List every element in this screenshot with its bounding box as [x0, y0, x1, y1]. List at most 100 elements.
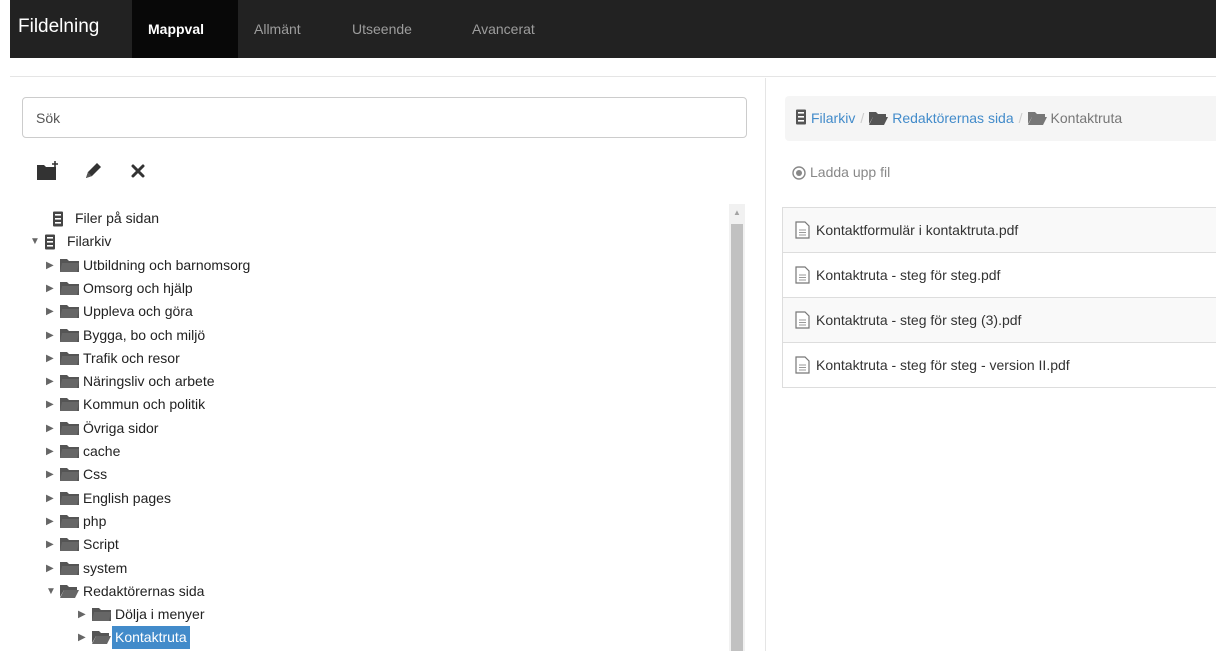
breadcrumb-separator: /: [860, 110, 865, 126]
file-item[interactable]: Kontaktformulär i kontaktruta.pdf: [782, 207, 1216, 253]
tree-item-label: system: [83, 559, 128, 576]
tree-item-label: English pages: [83, 489, 171, 506]
folder-open-icon: [869, 98, 889, 141]
search-input[interactable]: [22, 97, 747, 138]
caret-down-icon[interactable]: ▼: [30, 230, 40, 253]
breadcrumb-item[interactable]: Redaktörernas sida: [869, 96, 1014, 141]
caret-right-icon[interactable]: ▶: [78, 626, 88, 649]
caret-right-icon[interactable]: ▶: [46, 487, 56, 510]
file-list: Kontaktformulär i kontaktruta.pdf Kontakt…: [782, 207, 1216, 388]
file-text-icon: [795, 257, 810, 302]
file-name: Kontaktruta - steg för steg - version II…: [816, 357, 1070, 373]
folder-icon: [60, 463, 80, 486]
tree-item[interactable]: ▼ Redaktörernas sida: [46, 580, 207, 603]
breadcrumb-item[interactable]: Filarkiv: [795, 96, 855, 141]
tree-item[interactable]: ▶ Kontaktruta: [78, 626, 190, 650]
tree-item-label: Näringsliv och arbete: [83, 373, 215, 390]
tree-item[interactable]: ▶ system: [46, 557, 130, 580]
file-text-icon: [795, 302, 810, 347]
breadcrumb: Filarkiv / Redaktörernas sida / Kontaktruta: [785, 96, 1216, 141]
tab-utseende[interactable]: Utseende: [336, 0, 446, 58]
upload-icon: [792, 163, 806, 187]
navbar: Fildelning Mappval Allmänt Utseende Avan…: [10, 0, 1216, 58]
file-name: Kontaktruta - steg för steg.pdf: [816, 267, 1001, 283]
tree-item-label: Filer på sidan: [75, 210, 160, 226]
caret-right-icon[interactable]: ▶: [46, 417, 56, 440]
tree-item[interactable]: ▼ Filarkiv: [30, 230, 114, 253]
caret-right-icon[interactable]: ▶: [46, 463, 56, 486]
archive-icon: [795, 98, 807, 141]
tree-item[interactable]: ▶ php: [46, 510, 109, 533]
caret-right-icon[interactable]: ▶: [46, 370, 56, 393]
caret-right-icon[interactable]: ▶: [46, 440, 56, 463]
tree-item-label: Kommun och politik: [83, 396, 206, 413]
tree-item-label: Uppleva och göra: [83, 303, 193, 320]
upload-button[interactable]: Ladda upp fil: [792, 160, 890, 184]
caret-down-icon[interactable]: ▼: [46, 580, 56, 603]
tree-item[interactable]: ▶ Kommun och politik: [46, 393, 208, 416]
file-item[interactable]: Kontaktruta - steg för steg - version II…: [782, 342, 1216, 388]
tree-item[interactable]: ▶ cache: [46, 440, 123, 463]
folder-icon: [60, 510, 80, 533]
tree-item-label: Utbildning och barnomsorg: [83, 256, 251, 273]
app-title: Fildelning: [18, 16, 100, 37]
folder-icon: [60, 370, 80, 393]
tree-item[interactable]: ▶ Trafik och resor: [46, 347, 183, 370]
tree-item[interactable]: ▶ Script: [46, 533, 122, 556]
tree-item[interactable]: ▶ Näringsliv och arbete: [46, 370, 218, 393]
folder-icon: [60, 347, 80, 370]
tree-item[interactable]: ▶ English pages: [46, 487, 174, 510]
tree-item[interactable]: ▶ Övriga sidor: [46, 417, 161, 440]
tree-item[interactable]: ▶ Bygga, bo och miljö: [46, 324, 208, 347]
close-icon[interactable]: [128, 160, 152, 186]
tree-item-label: Trafik och resor: [83, 349, 180, 366]
new-folder-icon[interactable]: [36, 160, 60, 186]
pencil-icon[interactable]: [82, 160, 106, 186]
upload-label: Ladda upp fil: [810, 164, 891, 180]
caret-right-icon[interactable]: ▶: [46, 347, 56, 370]
file-text-icon: [795, 347, 810, 392]
archive-icon: [44, 230, 64, 253]
folder-open-icon: [1027, 98, 1047, 141]
tab-mappval[interactable]: Mappval: [132, 0, 238, 58]
caret-right-icon[interactable]: ▶: [46, 533, 56, 556]
caret-right-icon[interactable]: ▶: [46, 510, 56, 533]
file-name: Kontaktformulär i kontaktruta.pdf: [816, 222, 1019, 238]
folder-icon: [60, 277, 80, 300]
tree-item-label: Kontaktruta: [112, 626, 190, 650]
tab-allmant[interactable]: Allmänt: [238, 0, 324, 58]
file-name: Kontaktruta - steg för steg (3).pdf: [816, 312, 1022, 328]
tree-item-label: cache: [83, 443, 121, 459]
caret-right-icon[interactable]: ▶: [46, 557, 56, 580]
tree-scrollbar[interactable]: ▲: [729, 204, 745, 651]
tree-item[interactable]: ▶ Css: [46, 463, 110, 486]
file-item[interactable]: Kontaktruta - steg för steg.pdf: [782, 252, 1216, 298]
tree-item[interactable]: ▶ Omsorg och hjälp: [46, 277, 196, 300]
scroll-up-icon[interactable]: ▲: [729, 204, 745, 222]
folder-icon: [60, 533, 80, 556]
caret-right-icon[interactable]: ▶: [46, 277, 56, 300]
tree-item-label: Bygga, bo och miljö: [83, 326, 206, 343]
tree-item-label: Övriga sidor: [83, 419, 159, 436]
tree-item[interactable]: ▶ Dölja i menyer: [78, 603, 207, 626]
caret-right-icon[interactable]: ▶: [46, 324, 56, 347]
tree-item-label: php: [83, 512, 107, 529]
tab-avancerat[interactable]: Avancerat: [456, 0, 576, 58]
caret-right-icon[interactable]: ▶: [46, 393, 56, 416]
folder-icon: [60, 300, 80, 323]
archive-icon: [52, 207, 72, 230]
breadcrumb-label: Redaktörernas sida: [892, 110, 1014, 126]
folder-open-icon: [60, 580, 80, 603]
tree-item[interactable]: ▶ Uppleva och göra: [46, 300, 196, 323]
caret-right-icon[interactable]: ▶: [78, 603, 88, 626]
folder-icon: [92, 603, 112, 626]
scroll-thumb[interactable]: [731, 224, 743, 651]
tree-item[interactable]: ▶ Utbildning och barnomsorg: [46, 254, 253, 277]
folder-tree: Filer på sidan ▼ Filarkiv ▶ Utbildning och b…: [30, 207, 720, 651]
tree-item[interactable]: Filer på sidan: [38, 207, 162, 230]
caret-right-icon[interactable]: ▶: [46, 300, 56, 323]
file-item[interactable]: Kontaktruta - steg för steg (3).pdf: [782, 297, 1216, 343]
folder-icon: [60, 254, 80, 277]
header-divider: [10, 76, 1216, 77]
caret-right-icon[interactable]: ▶: [46, 254, 56, 277]
